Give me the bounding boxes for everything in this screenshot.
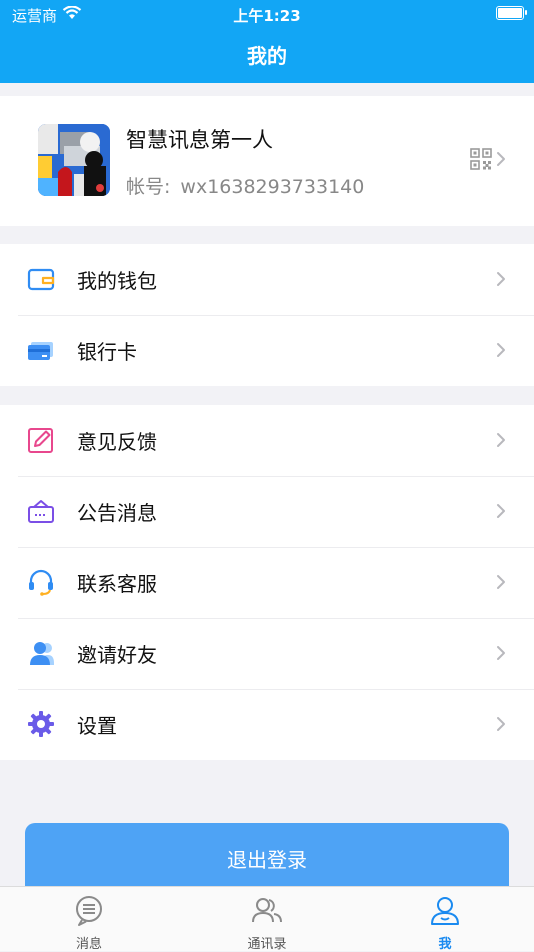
menu-item-feedback[interactable]: 意见反馈 bbox=[0, 405, 534, 476]
tab-contacts[interactable]: 通讯录 bbox=[178, 887, 356, 952]
chevron-right-icon bbox=[497, 646, 505, 660]
tab-messages[interactable]: 消息 bbox=[0, 887, 178, 952]
tab-label-messages: 消息 bbox=[75, 937, 102, 952]
me-icon bbox=[431, 897, 459, 925]
menu-item-announcement[interactable]: 公告消息 bbox=[0, 476, 534, 547]
chevron-right-icon bbox=[497, 504, 505, 518]
menu-label-bank-card: 银行卡 bbox=[77, 340, 137, 364]
tab-me[interactable]: 我 bbox=[356, 887, 534, 952]
qr-code-icon[interactable] bbox=[470, 148, 492, 170]
profile-account: 帐号: wx1638293733140 bbox=[126, 172, 364, 199]
account-id: wx1638293733140 bbox=[180, 176, 365, 198]
chevron-right-icon bbox=[497, 717, 505, 731]
menu-item-customer-service[interactable]: 联系客服 bbox=[0, 547, 534, 618]
headset-icon bbox=[29, 569, 53, 596]
invite-user-icon bbox=[30, 642, 54, 665]
profile-card[interactable]: 智慧讯息第一人 帐号: wx1638293733140 bbox=[0, 96, 534, 226]
contacts-icon bbox=[252, 898, 282, 923]
profile-nickname: 智慧讯息第一人 bbox=[126, 128, 273, 152]
bank-card-icon bbox=[28, 342, 53, 360]
menu-item-wallet[interactable]: 我的钱包 bbox=[0, 244, 534, 315]
chevron-right-icon bbox=[497, 575, 505, 589]
chevron-right-icon bbox=[497, 433, 505, 447]
page-title: 我的 bbox=[247, 44, 287, 68]
menu-item-settings[interactable]: 设置 bbox=[0, 689, 534, 760]
announcement-icon bbox=[28, 500, 54, 523]
message-icon bbox=[76, 896, 102, 926]
menu-label-customer-service: 联系客服 bbox=[77, 572, 157, 596]
menu-item-bank-card[interactable]: 银行卡 bbox=[0, 315, 534, 386]
chevron-right-icon bbox=[497, 152, 505, 166]
chevron-right-icon bbox=[497, 272, 505, 286]
account-label: 帐号: bbox=[126, 176, 171, 198]
tab-bar: 消息 通讯录 我 bbox=[0, 886, 534, 952]
battery-icon bbox=[496, 6, 527, 20]
feedback-edit-icon bbox=[28, 428, 53, 453]
menu-label-wallet: 我的钱包 bbox=[77, 269, 157, 293]
settings-group: 意见反馈 公告消息 联系客服 邀请好友 设置 bbox=[0, 405, 534, 760]
menu-label-feedback: 意见反馈 bbox=[77, 430, 157, 454]
tab-label-contacts: 通讯录 bbox=[247, 937, 287, 952]
menu-label-invite-friends: 邀请好友 bbox=[77, 643, 157, 667]
menu-label-announcement: 公告消息 bbox=[77, 501, 157, 525]
tab-label-me: 我 bbox=[438, 937, 452, 952]
menu-label-settings: 设置 bbox=[77, 714, 117, 738]
status-bar: 运营商 上午1:23 bbox=[0, 0, 534, 28]
chevron-right-icon bbox=[497, 343, 505, 357]
avatar-image bbox=[38, 124, 110, 196]
avatar[interactable] bbox=[38, 124, 110, 196]
settings-gear-icon bbox=[28, 711, 54, 737]
wallet-icon bbox=[27, 268, 55, 291]
menu-item-invite-friends[interactable]: 邀请好友 bbox=[0, 618, 534, 689]
header-bar: 运营商 上午1:23 我的 bbox=[0, 0, 534, 83]
wallet-group: 我的钱包 银行卡 bbox=[0, 244, 534, 386]
status-time: 上午1:23 bbox=[233, 7, 301, 25]
